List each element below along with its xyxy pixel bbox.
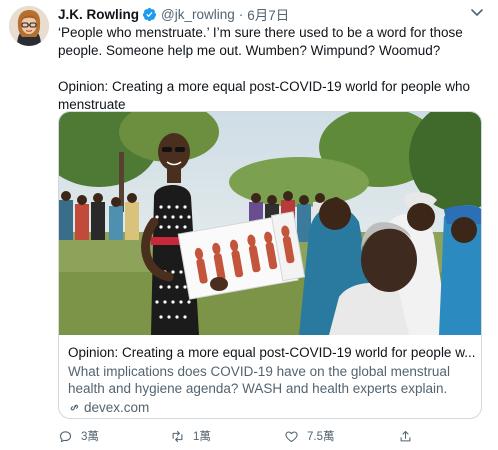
share-icon	[400, 430, 411, 441]
heart-icon	[285, 430, 298, 442]
card-title: Opinion: Creating a more equal post-COVI…	[68, 345, 476, 360]
tweet-actions: 3萬 1萬 7.5萬	[58, 428, 478, 444]
author-handle[interactable]: @jk_rowling	[161, 7, 235, 22]
link-preview-card[interactable]: Opinion: Creating a more equal post-COVI…	[58, 111, 482, 419]
card-domain: devex.com	[68, 399, 476, 416]
avatar-image	[9, 6, 49, 46]
reply-count: 3萬	[81, 431, 99, 443]
link-icon	[70, 404, 79, 411]
like-button[interactable]: 7.5萬	[284, 428, 335, 444]
author-name[interactable]: J.K. Rowling	[58, 7, 139, 22]
card-image[interactable]	[59, 112, 482, 335]
tweet-text: ‘People who menstruate.’ I’m sure there …	[58, 24, 488, 114]
card-domain-text: devex.com	[84, 400, 150, 415]
chevron-down-icon[interactable]	[470, 8, 484, 18]
like-count: 7.5萬	[307, 431, 335, 443]
card-description: What implications does COVID-19 have on …	[68, 364, 450, 396]
tweet-text-line2: Opinion: Creating a more equal post-COVI…	[58, 79, 470, 112]
avatar[interactable]	[9, 6, 49, 46]
tweet-header: J.K. Rowling @jk_rowling · 6月7日	[58, 4, 289, 24]
share-button[interactable]	[398, 429, 421, 444]
retweet-icon	[172, 430, 183, 442]
verified-badge-icon	[142, 7, 157, 21]
tweet-text-line1: ‘People who menstruate.’ I’m sure there …	[58, 25, 463, 58]
tweet-date[interactable]: 6月7日	[247, 4, 289, 24]
card-meta: Opinion: Creating a more equal post-COVI…	[68, 344, 476, 416]
retweet-button[interactable]: 1萬	[170, 428, 211, 444]
separator-dot: ·	[238, 6, 244, 22]
retweet-count: 1萬	[193, 431, 211, 443]
tweet[interactable]: J.K. Rowling @jk_rowling · 6月7日 ‘People …	[0, 0, 498, 450]
reply-button[interactable]: 3萬	[58, 428, 99, 444]
reply-icon	[59, 430, 72, 442]
